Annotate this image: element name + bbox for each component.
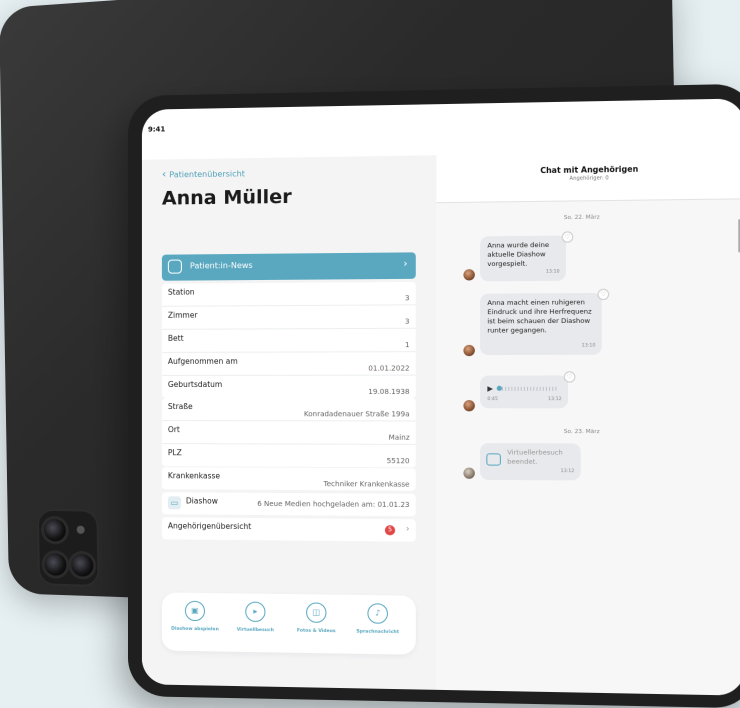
camera-module [36,508,100,588]
detail-value: 3 [404,294,410,303]
status-time: 9:41 [147,125,166,134]
detail-value: 01.01.2022 [368,364,410,373]
camera-lens-icon [44,553,67,576]
insurance-group: Krankenkasse Techniker Krankenkasse [161,467,416,491]
action-label: Diashow abspielen [171,626,219,633]
avatar [463,269,475,281]
message-time: 13:10 [581,343,596,349]
address-value: Konradadenauer Straße 199a [303,410,410,419]
slideshow-icon: ▭ [167,496,181,510]
play-icon[interactable]: ▶ [487,385,493,394]
avatar [463,400,475,412]
chevron-right-icon: › [403,258,408,270]
relatives-group: Angehörigenübersicht 5 › [161,517,416,542]
message-time: 13:10 [545,269,560,275]
message-time: 13:12 [560,469,575,475]
heart-icon[interactable]: ♡ [597,288,610,301]
call-ended-message: Virtuellerbesuch beendet. 13:12 [480,443,581,481]
address-label: Ort [167,425,180,435]
microphone-icon: ♪ [367,603,388,624]
flash-icon [76,525,85,534]
detail-value: 1 [404,341,410,350]
slideshow-group: ▭ Diashow 6 Neue Medien hochgeladen am: … [161,492,416,517]
address-row: Straße Konradadenauer Straße 199a [161,398,416,422]
insurance-label: Krankenkasse [167,471,221,481]
heart-icon[interactable]: ♡ [563,371,576,383]
action-bar: ▣ Diashow abspielen ▸ Virtuellbesuch ◫ F… [161,592,416,655]
detail-row: Geburtsdatum 19.08.1938 [162,376,416,398]
front-tablet: 9:41 ▪▪▪ ≋ ▬ ‹Patientenübersicht Anna Mü… [128,83,740,708]
heart-icon[interactable]: ♡ [561,231,574,243]
slideshow-icon: ▣ [184,600,205,622]
detail-label: Bett [167,333,184,343]
detail-value: 3 [404,317,410,326]
voice-message-button[interactable]: ♪ Sprachnachricht [348,603,408,635]
address-value: Mainz [388,433,410,442]
news-icon [167,259,182,274]
chevron-left-icon: ‹ [161,167,167,181]
chat-pane: Chat mit Angehörigen Angehöriger: 0 So. … [436,150,740,696]
date-separator: So. 23. März [563,428,600,436]
audio-progress-dot[interactable] [496,385,502,391]
camera-lens-icon [71,553,94,577]
voice-message[interactable]: ▶ 0:45 13:12 [480,375,569,409]
chat-header: Chat mit Angehörigen Angehöriger: 0 [436,150,740,204]
avatar [463,344,475,357]
video-icon: ▸ [245,601,266,623]
detail-row: Station 3 [161,281,416,307]
chat-message: Anna wurde deine aktuelle Diashow vorges… [480,235,566,282]
slideshow-label: Diashow [185,496,218,506]
message-text: Anna macht einen ruhigeren Eindruck und … [487,298,592,335]
slideshow-row[interactable]: ▭ Diashow 6 Neue Medien hochgeladen am: … [162,492,416,516]
chevron-right-icon: › [405,524,410,535]
detail-row: Zimmer 3 [161,305,416,330]
back-label: Patientenübersicht [169,169,245,180]
photos-videos-button[interactable]: ◫ Fotos & Videos [287,602,346,634]
detail-label: Geburtsdatum [167,379,223,389]
action-label: Virtuellbesuch [236,627,274,634]
play-slideshow-button[interactable]: ▣ Diashow abspielen [166,600,224,633]
audio-duration: 0:45 [487,397,498,403]
detail-label: Station [167,287,195,297]
slideshow-value: 6 Neue Medien hochgeladen am: 01.01.23 [257,499,410,510]
address-value: 55120 [386,457,410,466]
relatives-overview-row[interactable]: Angehörigenübersicht 5 › [162,517,416,541]
relatives-label: Angehörigenübersicht [167,521,252,532]
page-title: Anna Müller [161,185,292,210]
video-call-icon [486,453,501,466]
message-text: Virtuellerbesuch beendet. [507,448,563,466]
address-group: Straße Konradadenauer Straße 199a Ort Main… [161,398,416,468]
back-button[interactable]: ‹ Patientenübersicht [162,166,245,180]
detail-row: Bett 1 [161,328,416,353]
date-separator: So. 22. März [563,214,600,222]
avatar [463,467,475,479]
notification-badge: 5 [384,525,396,536]
address-row: Ort Mainz [161,421,416,445]
insurance-row: Krankenkasse Techniker Krankenkasse [162,467,416,491]
message-text: Anna wurde deine aktuelle Diashow vorges… [487,240,550,269]
detail-label: Zimmer [167,310,198,320]
detail-row: Aufgenommen am 01.01.2022 [161,352,416,376]
patient-detail-pane: ‹ Patientenübersicht Anna Müller Patient:… [141,155,438,690]
virtual-visit-button[interactable]: ▸ Virtuellbesuch [226,601,285,633]
action-label: Sprachnachricht [356,629,400,636]
address-label: PLZ [167,448,182,458]
detail-label: Aufgenommen am [167,356,238,366]
details-group: Station 3 Zimmer 3 Bett 1 Aufgenommen am 01.… [161,281,416,399]
detail-value: 19.08.1938 [368,387,410,396]
news-label: Patient:in-News [189,260,253,271]
action-label: Fotos & Videos [296,628,336,635]
chat-message: Anna macht einen ruhigeren Eindruck und … [480,292,602,356]
insurance-value: Techniker Krankenkasse [323,480,410,489]
audio-waveform [498,386,558,391]
patient-news-button[interactable]: Patient:in-News › [161,252,416,281]
photo-icon: ◫ [306,602,327,623]
address-row: PLZ 55120 [162,444,416,467]
camera-lens-icon [43,518,66,542]
message-time: 13:12 [548,397,562,403]
address-label: Straße [167,402,193,412]
tablet-screen: 9:41 ▪▪▪ ≋ ▬ ‹Patientenübersicht Anna Mü… [141,98,740,696]
